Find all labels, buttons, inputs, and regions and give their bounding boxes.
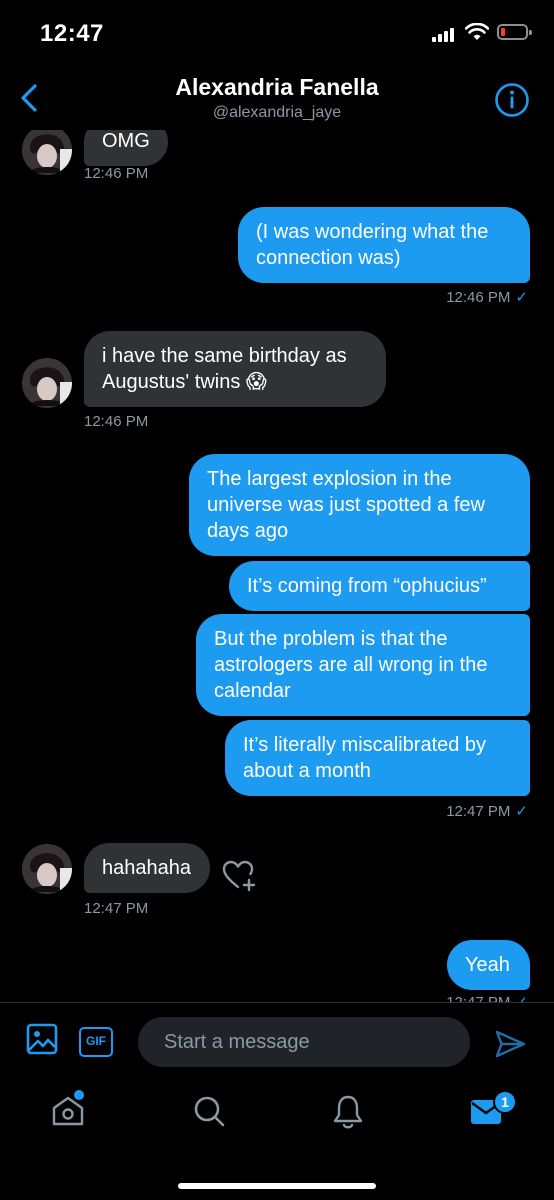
incoming-message[interactable]: hahahaha xyxy=(84,843,210,893)
message-timestamp: 12:47 PM✓ xyxy=(446,803,528,820)
message-text: It’s coming from “ophucius” xyxy=(247,575,487,597)
message-timestamp: 12:46 PM ✓ xyxy=(446,289,528,306)
bottom-tab-bar: 1 xyxy=(0,1078,554,1200)
message-text: OMG xyxy=(102,130,150,152)
message-input[interactable] xyxy=(138,1017,470,1067)
outgoing-message[interactable]: It’s coming from “ophucius” xyxy=(229,561,530,611)
search-icon[interactable] xyxy=(192,1094,226,1128)
wifi-icon xyxy=(465,23,489,40)
message-composer: GIF xyxy=(0,1003,554,1078)
contact-name[interactable]: Alexandria Fanella xyxy=(0,74,554,101)
like-heart-plus-icon[interactable] xyxy=(222,859,258,893)
message-timestamp: 12:46 PM xyxy=(84,165,149,182)
incoming-message[interactable]: i have the same birthday as Augustus' tw… xyxy=(84,331,386,407)
battery-low-icon xyxy=(497,24,532,40)
status-time: 12:47 xyxy=(40,20,104,47)
info-icon[interactable] xyxy=(494,82,530,118)
message-timestamp: 12:46 PM xyxy=(84,413,149,430)
contact-avatar[interactable] xyxy=(22,844,72,894)
outgoing-message[interactable]: It’s literally miscalibrated by about a … xyxy=(225,720,530,796)
home-notification-dot xyxy=(74,1090,84,1100)
conversation-header: Alexandria Fanella @alexandria_jaye xyxy=(0,62,554,130)
image-icon[interactable] xyxy=(26,1023,58,1055)
read-check-icon: ✓ xyxy=(515,803,528,820)
message-text: Yeah xyxy=(465,954,510,976)
outgoing-message[interactable]: The largest explosion in the universe wa… xyxy=(189,454,530,556)
outgoing-message[interactable]: But the problem is that the astrologers … xyxy=(196,614,530,716)
status-bar: 12:47 xyxy=(0,0,554,62)
message-text: It’s literally miscalibrated by about a … xyxy=(243,734,487,782)
outgoing-message[interactable]: Yeah xyxy=(447,940,530,990)
gif-icon[interactable]: GIF xyxy=(79,1027,113,1057)
message-text: hahahaha xyxy=(102,857,191,879)
unread-message-badge: 1 xyxy=(493,1090,517,1114)
contact-avatar[interactable] xyxy=(22,358,72,408)
contact-handle[interactable]: @alexandria_jaye xyxy=(0,104,554,122)
message-text: The largest explosion in the universe wa… xyxy=(207,468,485,542)
message-text: i have the same birthday as Augustus' tw… xyxy=(102,345,347,393)
incoming-message[interactable]: OMG xyxy=(84,130,168,166)
message-timestamp: 12:47 PM xyxy=(84,900,149,917)
bell-icon[interactable] xyxy=(332,1094,364,1130)
read-check-icon: ✓ xyxy=(515,994,528,1002)
message-timestamp: 12:47 PM✓ xyxy=(330,993,528,1002)
message-text: But the problem is that the astrologers … xyxy=(214,628,488,702)
contact-avatar[interactable] xyxy=(22,130,72,175)
read-check-icon: ✓ xyxy=(515,289,528,306)
home-indicator xyxy=(178,1183,376,1189)
send-icon[interactable] xyxy=(494,1029,526,1059)
message-list[interactable]: OMG 12:46 PM (I was wondering what the c… xyxy=(0,130,554,1002)
signal-icon xyxy=(432,28,456,42)
message-text: (I was wondering what the connection was… xyxy=(256,221,489,269)
outgoing-message[interactable]: (I was wondering what the connection was… xyxy=(238,207,530,283)
